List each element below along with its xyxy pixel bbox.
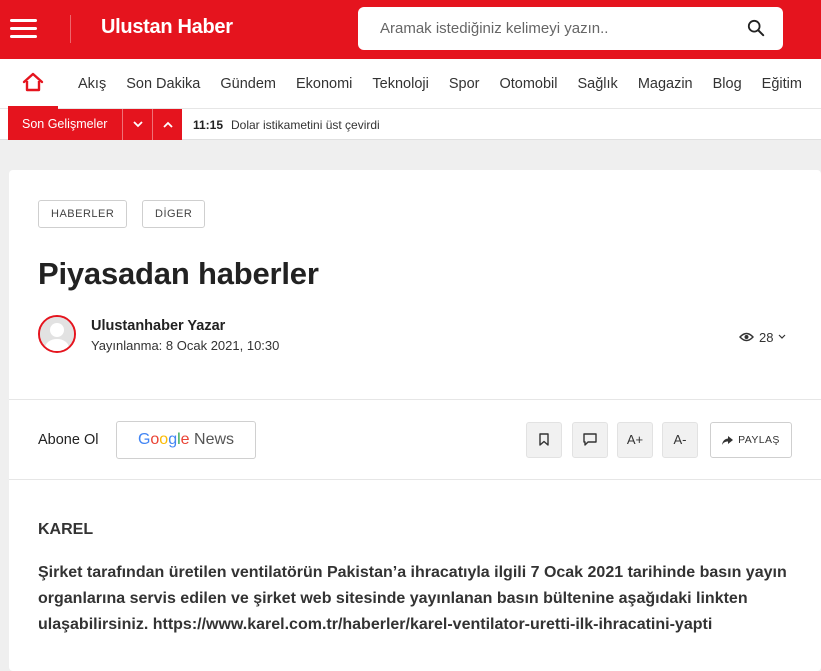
nav-item-magazin[interactable]: Magazin	[628, 76, 703, 92]
tag-diger[interactable]: DİGER	[142, 200, 206, 228]
nav-item-son-dakika[interactable]: Son Dakika	[116, 76, 210, 92]
breaking-prev-button[interactable]	[152, 109, 182, 140]
home-icon	[22, 72, 44, 92]
nav-item-gundem[interactable]: Gündem	[210, 76, 286, 92]
comment-icon	[583, 433, 597, 446]
menu-icon[interactable]	[10, 19, 37, 39]
chevron-up-icon	[163, 121, 173, 128]
share-icon	[722, 435, 734, 445]
tag-haberler[interactable]: HABERLER	[38, 200, 128, 228]
article-body-link[interactable]: https://www.karel.com.tr/haberler/karel-…	[153, 616, 713, 633]
google-logo-letter: G	[137, 431, 151, 448]
breaking-next-button[interactable]	[122, 109, 152, 140]
bookmark-button[interactable]	[526, 422, 562, 458]
eye-icon	[739, 332, 754, 342]
nav-item-teknoloji[interactable]: Teknoloji	[362, 76, 438, 92]
subscribe-label: Abone Ol	[38, 432, 99, 448]
search-icon[interactable]	[747, 19, 765, 37]
google-news-label: News	[194, 431, 235, 448]
share-label: PAYLAŞ	[738, 434, 780, 446]
nav-item-blog[interactable]: Blog	[703, 76, 752, 92]
nav-item-egitim[interactable]: Eğitim	[752, 76, 812, 92]
breaking-headline[interactable]: Dolar istikametini üst çevirdi	[231, 118, 380, 132]
chevron-down-icon	[779, 334, 786, 339]
share-button[interactable]: PAYLAŞ	[710, 422, 792, 458]
nav-item-akis[interactable]: Akış	[68, 76, 116, 92]
nav-item-saglik[interactable]: Sağlık	[568, 76, 628, 92]
bookmark-icon	[539, 433, 549, 446]
view-count-value: 28	[759, 329, 774, 345]
divider	[9, 399, 821, 400]
nav-item-spor[interactable]: Spor	[439, 76, 490, 92]
article-body: Şirket tarafından üretilen ventilatörün …	[38, 560, 798, 638]
article-lead: KAREL	[38, 521, 94, 538]
article-title: Piyasadan haberler	[38, 256, 319, 291]
header-divider	[70, 15, 71, 43]
publish-date: Yayınlanma: 8 Ocak 2021, 10:30	[91, 338, 280, 353]
google-logo-letter: o	[150, 431, 160, 448]
breaking-label: Son Gelişmeler	[8, 109, 122, 140]
main-nav: Akış Son Dakika Gündem Ekonomi Teknoloji…	[0, 59, 821, 109]
home-button[interactable]	[8, 59, 58, 109]
search-box	[358, 7, 783, 50]
google-logo-letter: e	[180, 431, 190, 448]
article-card: HABERLER DİGER Piyasadan haberler Ulusta…	[9, 170, 821, 671]
nav-items: Akış Son Dakika Gündem Ekonomi Teknoloji…	[68, 59, 812, 109]
font-increase-button[interactable]: A+	[617, 422, 653, 458]
view-count[interactable]: 28	[739, 329, 786, 345]
nav-item-otomobil[interactable]: Otomobil	[489, 76, 567, 92]
author-name[interactable]: Ulustanhaber Yazar	[91, 318, 225, 334]
search-input[interactable]	[358, 7, 738, 50]
breaking-news-bar: Son Gelişmeler 11:15 Dolar istikametini …	[0, 109, 821, 140]
google-logo-letter: o	[159, 431, 169, 448]
google-news-button[interactable]: Google News	[116, 421, 256, 459]
top-header: Ulustan Haber	[0, 0, 821, 59]
breaking-time: 11:15	[193, 118, 224, 132]
comment-button[interactable]	[572, 422, 608, 458]
chevron-down-icon	[133, 121, 143, 128]
avatar[interactable]	[38, 315, 76, 353]
divider	[9, 479, 821, 480]
google-logo-letter: g	[168, 431, 178, 448]
site-logo[interactable]: Ulustan Haber	[101, 16, 233, 39]
user-icon	[40, 317, 74, 351]
nav-item-ekonomi[interactable]: Ekonomi	[286, 76, 362, 92]
font-decrease-button[interactable]: A-	[662, 422, 698, 458]
